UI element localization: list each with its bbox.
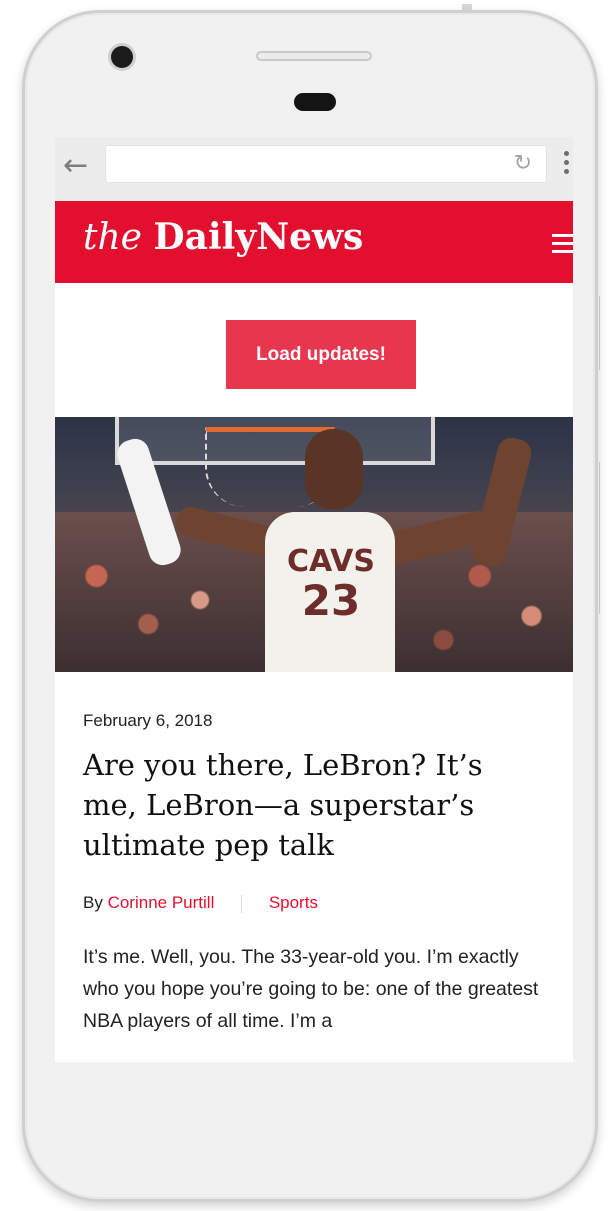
player-head — [305, 429, 363, 509]
phone-screen: ← ↻ the DailyNews Load updates! CAVS 23 — [55, 137, 573, 1062]
sensor — [294, 93, 336, 111]
load-updates-button[interactable]: Load updates! — [226, 320, 416, 389]
logo-prefix: the — [83, 217, 142, 258]
article-headline[interactable]: Are you there, LeBron? It’s me, LeBron—a… — [83, 745, 545, 865]
phone-chin — [55, 1062, 573, 1142]
section-link[interactable]: Sports — [269, 893, 318, 912]
phone-side-button — [599, 296, 609, 370]
reload-icon[interactable]: ↻ — [514, 151, 532, 176]
kebab-menu-icon[interactable] — [564, 151, 570, 178]
site-logo[interactable]: the DailyNews — [83, 216, 363, 258]
article-date: February 6, 2018 — [83, 711, 213, 730]
url-input[interactable]: ↻ — [105, 145, 547, 183]
hero-image[interactable]: CAVS 23 — [55, 417, 573, 672]
article-byline: By Corinne Purtill Sports — [83, 893, 545, 913]
phone-volume-button — [599, 462, 609, 614]
byline-divider — [241, 894, 243, 913]
back-arrow-icon[interactable]: ← — [63, 151, 88, 181]
hamburger-icon[interactable] — [552, 234, 573, 258]
jersey-team: CAVS — [286, 544, 376, 579]
browser-toolbar: ← ↻ — [55, 137, 573, 201]
logo-name: DailyNews — [153, 216, 364, 258]
jersey-number: 23 — [301, 576, 361, 625]
site-header: the DailyNews — [55, 201, 573, 283]
article-body: It’s me. Well, you. The 33-year-old you.… — [83, 946, 539, 1032]
author-link[interactable]: Corinne Purtill — [108, 893, 215, 912]
camera-icon — [111, 46, 133, 68]
load-updates-container: Load updates! — [55, 283, 573, 417]
speaker-grille — [256, 51, 372, 61]
byline-label: By — [83, 893, 103, 912]
jersey-lettering: CAVS 23 — [281, 545, 381, 623]
article: February 6, 2018 Are you there, LeBron? … — [55, 672, 573, 1037]
